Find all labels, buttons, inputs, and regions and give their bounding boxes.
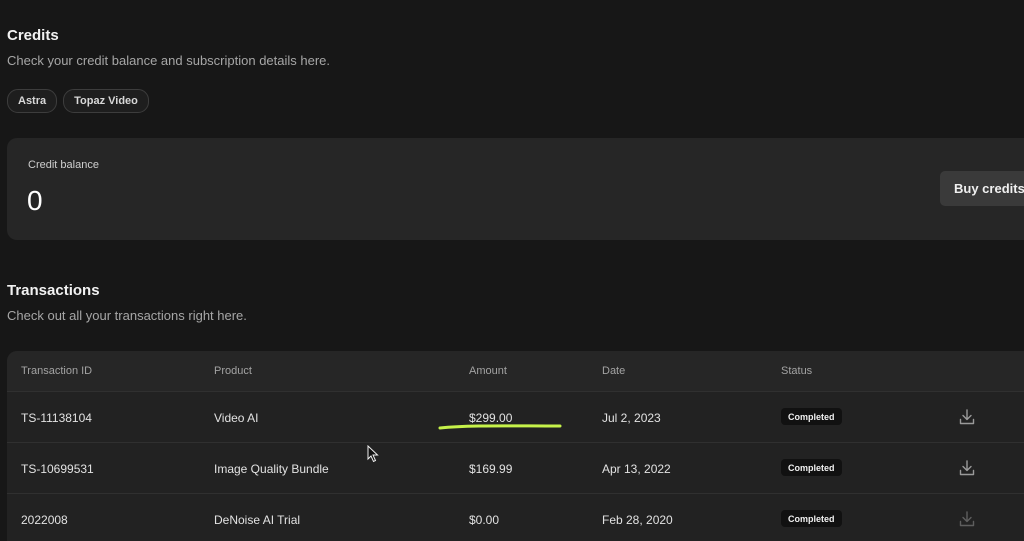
download-icon[interactable] [958,408,976,426]
header-amount: Amount [469,365,507,377]
transaction-date: Jul 2, 2023 [602,411,661,425]
transaction-id: TS-10699531 [21,462,94,476]
status-badge: Completed [781,408,842,425]
transaction-date: Feb 28, 2020 [602,513,673,527]
credit-balance-value: 0 [27,185,43,216]
credit-balance-label: Credit balance [28,159,99,171]
transactions-subtitle: Check out all your transactions right he… [7,308,247,323]
transaction-amount: $299.00 [469,411,513,425]
table-row: 2022008 DeNoise AI Trial $0.00 Feb 28, 2… [7,494,1024,541]
status-badge: Completed [781,510,842,527]
header-date: Date [602,365,626,377]
table-row: TS-11138104 Video AI $299.00 Jul 2, 2023… [7,392,1024,443]
download-icon[interactable] [958,510,976,528]
tab-astra[interactable]: Astra [7,89,58,113]
transaction-amount: $169.99 [469,462,513,476]
table-row: TS-10699531 Image Quality Bundle $169.99… [7,443,1024,494]
transaction-date: Apr 13, 2022 [602,462,671,476]
header-status: Status [781,365,813,377]
credits-title: Credits [7,27,59,44]
table-header: Transaction ID Product Amount Date Statu… [7,351,1024,392]
download-icon[interactable] [958,459,976,477]
header-transaction-id: Transaction ID [21,365,93,377]
header-product: Product [214,365,252,377]
buy-credits-button[interactable]: Buy credits [940,171,1024,206]
transaction-product: DeNoise AI Trial [214,513,301,527]
tab-topaz-video[interactable]: Topaz Video [63,89,149,113]
credits-page: Credits Check your credit balance and su… [0,0,1024,541]
credits-subtitle: Check your credit balance and subscripti… [7,53,331,68]
transaction-product: Video AI [214,411,259,425]
transaction-amount: $0.00 [469,513,500,527]
transaction-id: 2022008 [21,513,68,527]
transactions-title: Transactions [7,282,100,299]
transactions-table: Transaction ID Product Amount Date Statu… [7,351,1024,541]
transaction-product: Image Quality Bundle [214,462,329,476]
transaction-id: TS-11138104 [21,411,92,425]
status-badge: Completed [781,459,842,476]
product-tabs: Astra Topaz Video [7,89,149,113]
credit-balance-card: Credit balance 0 Buy credits [7,138,1024,240]
